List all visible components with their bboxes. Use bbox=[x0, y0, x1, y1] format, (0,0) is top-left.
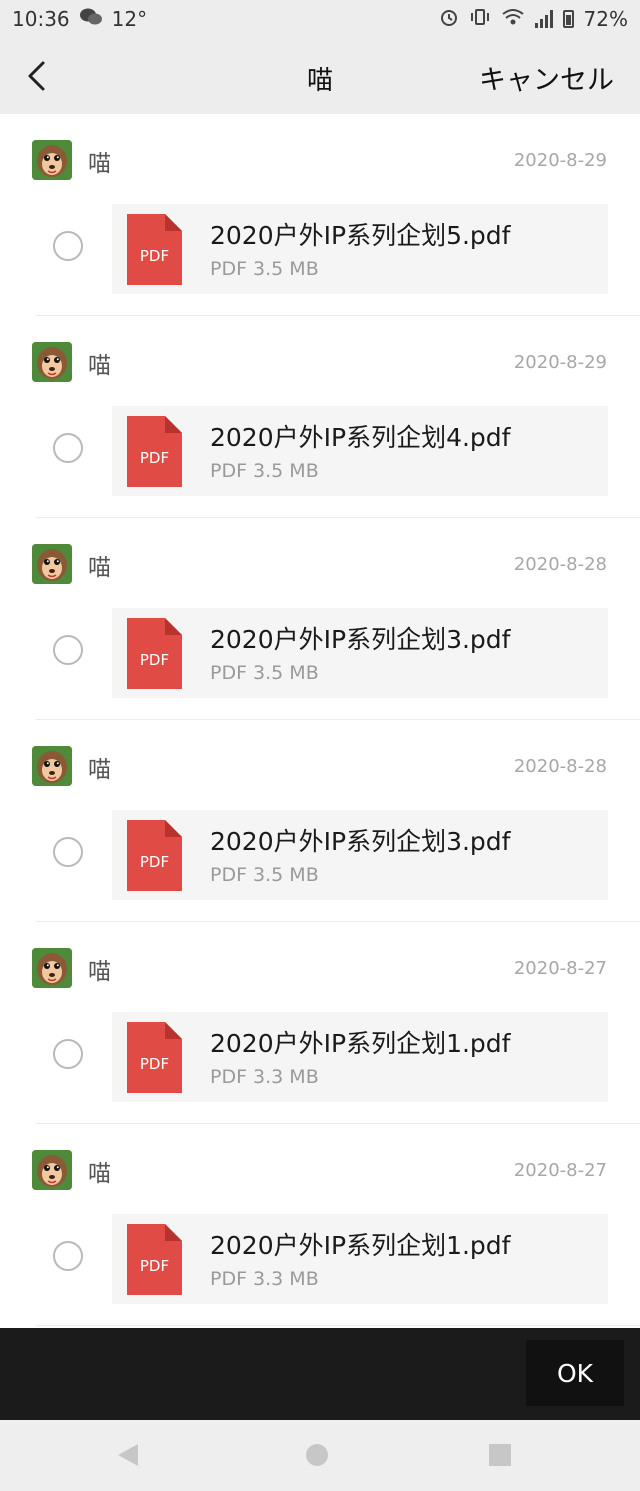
pdf-icon-label: PDF bbox=[140, 449, 169, 467]
select-radio[interactable] bbox=[53, 231, 83, 261]
pdf-icon: PDF bbox=[127, 1224, 182, 1295]
select-radio[interactable] bbox=[53, 635, 83, 665]
select-radio[interactable] bbox=[53, 837, 83, 867]
pdf-icon: PDF bbox=[127, 618, 182, 689]
battery-level: 72% bbox=[583, 7, 628, 31]
file-meta: PDF 3.5 MB bbox=[210, 662, 319, 684]
sender-name: 喵 bbox=[88, 959, 111, 985]
system-back-icon[interactable] bbox=[118, 1444, 138, 1466]
pdf-icon: PDF bbox=[127, 214, 182, 285]
message-date: 2020-8-28 bbox=[513, 756, 607, 777]
select-radio[interactable] bbox=[53, 433, 83, 463]
message-date: 2020-8-29 bbox=[513, 352, 607, 373]
status-left: 10:36 12° bbox=[12, 7, 147, 31]
file-name: 2020户外IP系列企划1.pdf bbox=[210, 1231, 511, 1260]
message-date: 2020-8-28 bbox=[513, 554, 607, 575]
action-bar: OK bbox=[0, 1328, 640, 1420]
file-card[interactable]: PDF 2020户外IP系列企划3.pdf PDF 3.5 MB bbox=[112, 608, 608, 698]
file-list-item: 喵 2020-8-28 PDF 2020户外IP系列企划3.pdf PDF 3.… bbox=[0, 720, 640, 922]
file-list-item: 喵 2020-8-29 PDF 2020户外IP系列企划5.pdf PDF 3.… bbox=[0, 114, 640, 316]
file-meta: PDF 3.5 MB bbox=[210, 258, 319, 280]
file-name: 2020户外IP系列企划1.pdf bbox=[210, 1029, 511, 1058]
status-right: 72% bbox=[439, 7, 628, 32]
file-card[interactable]: PDF 2020户外IP系列企划4.pdf PDF 3.5 MB bbox=[112, 406, 608, 496]
pdf-icon-label: PDF bbox=[140, 1055, 169, 1073]
pdf-icon-label: PDF bbox=[140, 853, 169, 871]
file-name: 2020户外IP系列企划5.pdf bbox=[210, 221, 511, 250]
pdf-icon: PDF bbox=[127, 1022, 182, 1093]
file-list-item: 喵 2020-8-27 PDF 2020户外IP系列企划1.pdf PDF 3.… bbox=[0, 922, 640, 1124]
pdf-icon-label: PDF bbox=[140, 247, 169, 265]
status-bar: 10:36 12° 72% bbox=[0, 0, 640, 38]
dog-avatar-icon bbox=[32, 544, 72, 584]
top-navigation-bar: 喵 キャンセル bbox=[0, 38, 640, 114]
file-name: 2020户外IP系列企划4.pdf bbox=[210, 423, 511, 452]
vibrate-icon bbox=[469, 8, 491, 31]
ok-button[interactable]: OK bbox=[526, 1340, 624, 1406]
file-card[interactable]: PDF 2020户外IP系列企划1.pdf PDF 3.3 MB bbox=[112, 1012, 608, 1102]
file-name: 2020户外IP系列企划3.pdf bbox=[210, 625, 511, 654]
signal-icon bbox=[534, 10, 553, 28]
pdf-icon: PDF bbox=[127, 820, 182, 891]
dog-avatar-icon bbox=[32, 1150, 72, 1190]
battery-icon bbox=[562, 10, 574, 28]
pdf-icon-label: PDF bbox=[140, 651, 169, 669]
status-time: 10:36 bbox=[12, 7, 70, 31]
select-radio[interactable] bbox=[53, 1241, 83, 1271]
dog-avatar-icon bbox=[32, 342, 72, 382]
system-navigation-bar bbox=[0, 1420, 640, 1491]
file-list: 喵 2020-8-29 PDF 2020户外IP系列企划5.pdf PDF 3.… bbox=[0, 114, 640, 1328]
cancel-button[interactable]: キャンセル bbox=[479, 58, 614, 97]
pdf-icon: PDF bbox=[127, 416, 182, 487]
system-home-icon[interactable] bbox=[306, 1444, 328, 1466]
file-card[interactable]: PDF 2020户外IP系列企划1.pdf PDF 3.3 MB bbox=[112, 1214, 608, 1304]
wifi-icon bbox=[501, 8, 525, 31]
select-radio[interactable] bbox=[53, 1039, 83, 1069]
sender-name: 喵 bbox=[88, 555, 111, 581]
file-meta: PDF 3.5 MB bbox=[210, 460, 319, 482]
sender-name: 喵 bbox=[88, 151, 111, 177]
file-meta: PDF 3.5 MB bbox=[210, 864, 319, 886]
pdf-icon-label: PDF bbox=[140, 1257, 169, 1275]
divider bbox=[36, 1325, 640, 1326]
system-recents-icon[interactable] bbox=[489, 1444, 511, 1466]
status-temperature: 12° bbox=[111, 7, 148, 31]
alarm-icon bbox=[439, 7, 459, 32]
dog-avatar-icon bbox=[32, 140, 72, 180]
message-date: 2020-8-27 bbox=[513, 958, 607, 979]
dog-avatar-icon bbox=[32, 948, 72, 988]
file-meta: PDF 3.3 MB bbox=[210, 1066, 319, 1088]
file-card[interactable]: PDF 2020户外IP系列企划3.pdf PDF 3.5 MB bbox=[112, 810, 608, 900]
file-list-item: 喵 2020-8-29 PDF 2020户外IP系列企划4.pdf PDF 3.… bbox=[0, 316, 640, 518]
message-date: 2020-8-29 bbox=[513, 150, 607, 171]
message-date: 2020-8-27 bbox=[513, 1160, 607, 1181]
file-card[interactable]: PDF 2020户外IP系列企划5.pdf PDF 3.5 MB bbox=[112, 204, 608, 294]
sender-name: 喵 bbox=[88, 1161, 111, 1187]
file-list-item: 喵 2020-8-28 PDF 2020户外IP系列企划3.pdf PDF 3.… bbox=[0, 518, 640, 720]
wechat-icon bbox=[79, 8, 102, 31]
sender-name: 喵 bbox=[88, 757, 111, 783]
file-meta: PDF 3.3 MB bbox=[210, 1268, 319, 1290]
dog-avatar-icon bbox=[32, 746, 72, 786]
file-list-item: 喵 2020-8-27 PDF 2020户外IP系列企划1.pdf PDF 3.… bbox=[0, 1124, 640, 1326]
file-name: 2020户外IP系列企划3.pdf bbox=[210, 827, 511, 856]
sender-name: 喵 bbox=[88, 353, 111, 379]
